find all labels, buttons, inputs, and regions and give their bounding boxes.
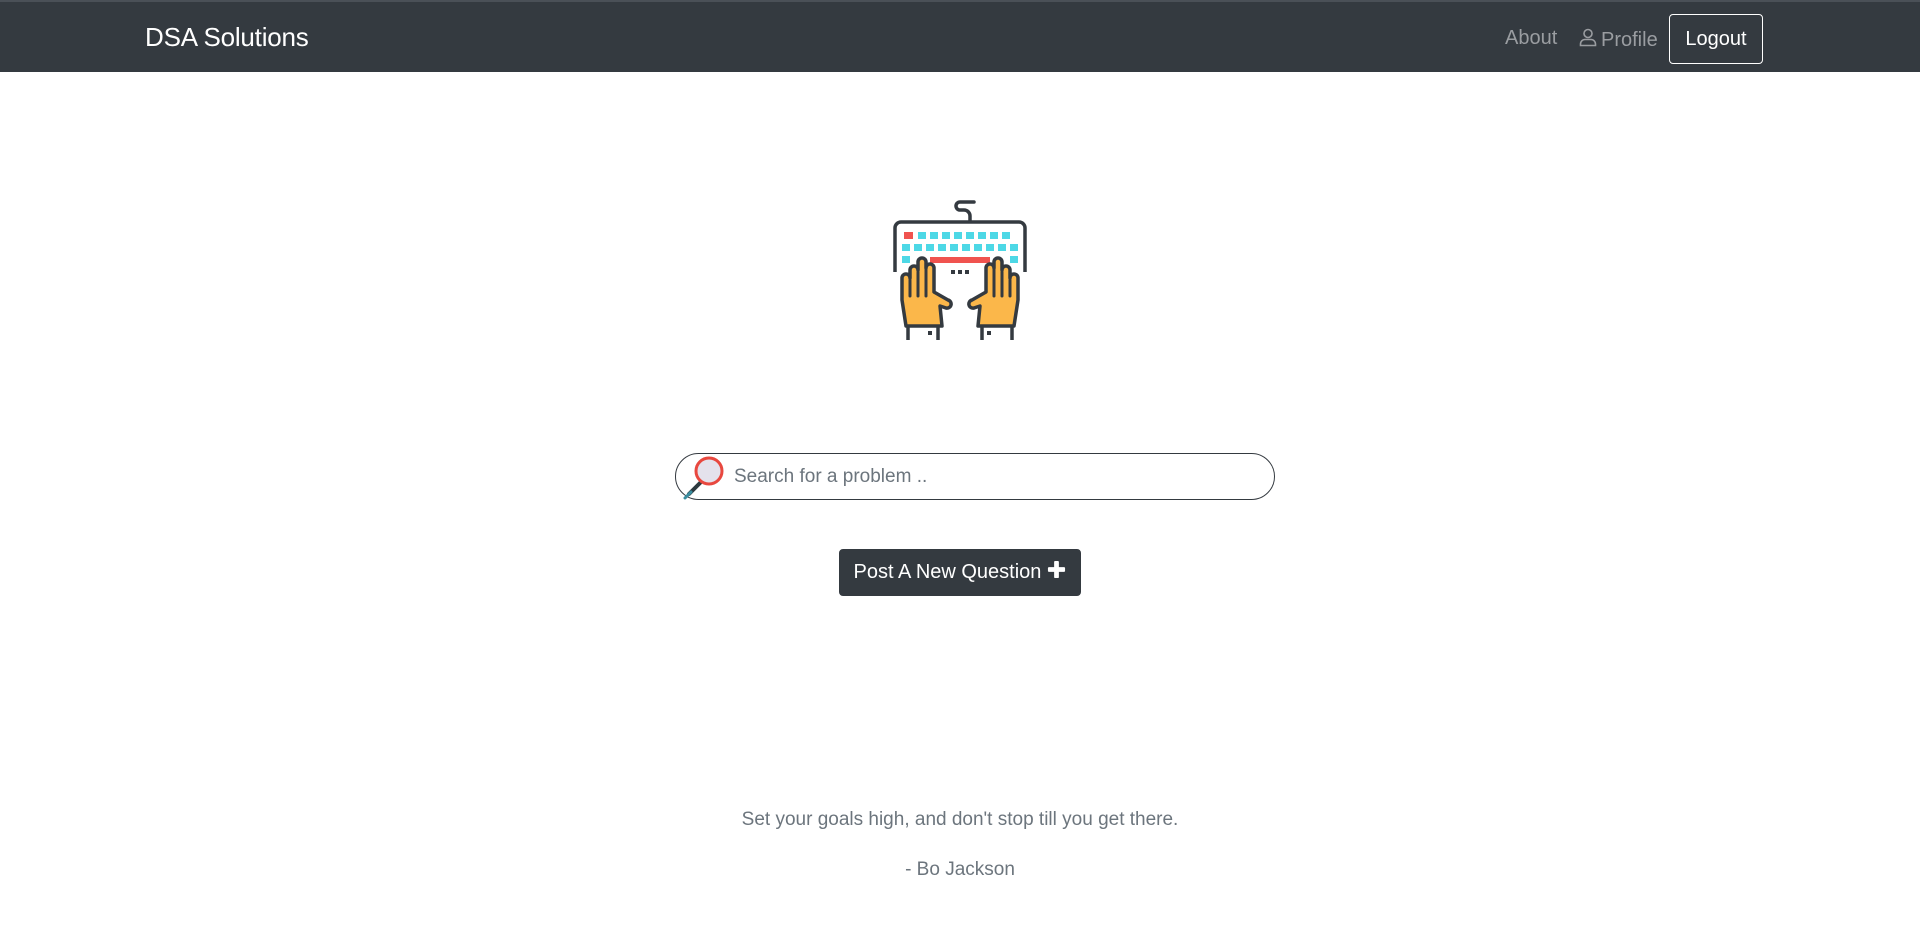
user-icon: [1578, 27, 1598, 53]
plus-icon: [1047, 560, 1066, 585]
quote-author: - Bo Jackson: [905, 859, 1015, 880]
keyboard-hands-icon: [890, 200, 1030, 345]
search-box[interactable]: [675, 453, 1275, 500]
search-icon: [681, 454, 729, 500]
nav-about-link[interactable]: About: [1505, 27, 1557, 50]
post-question-label: Post A New Question: [853, 561, 1042, 583]
navbar: DSA Solutions About Profile Logout: [0, 0, 1920, 72]
nav-profile-label: Profile: [1601, 28, 1658, 51]
quote-text: Set your goals high, and don't stop till…: [741, 809, 1179, 830]
nav-profile-link[interactable]: Profile: [1578, 27, 1658, 53]
brand-link[interactable]: DSA Solutions: [145, 22, 309, 53]
logout-button[interactable]: Logout: [1669, 14, 1763, 64]
post-question-button[interactable]: Post A New Question: [839, 549, 1081, 596]
search-input[interactable]: [734, 462, 1254, 492]
